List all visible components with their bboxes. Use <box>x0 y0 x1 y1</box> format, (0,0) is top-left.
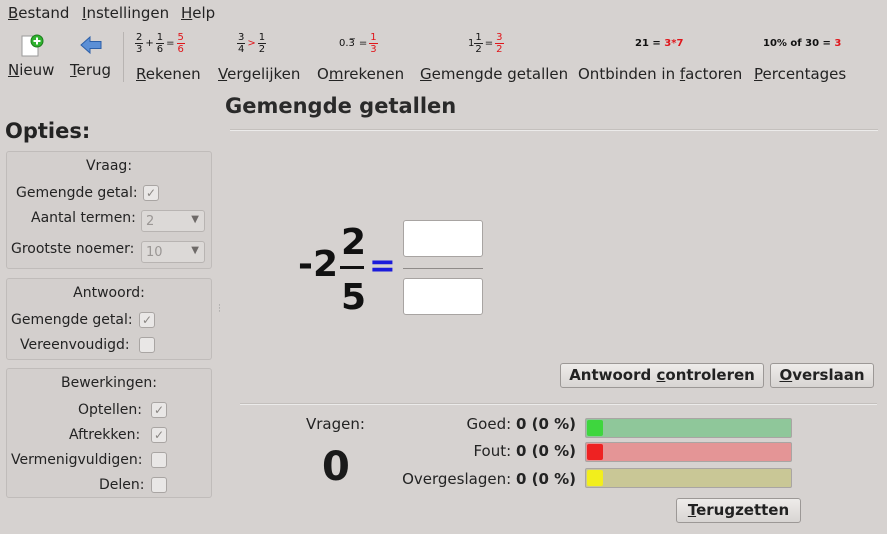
subtraction-checkbox[interactable]: ✓ <box>151 427 167 443</box>
mode-vergelijken[interactable]: 3 4 >1 2 Vergelijken <box>213 30 303 83</box>
subtraction-label: Aftrekken: <box>69 427 141 443</box>
answer-mixed-number-checkbox[interactable]: ✓ <box>139 312 155 328</box>
reset-button[interactable]: Terugzetten <box>676 498 801 523</box>
operations-group: Bewerkingen: Optellen: ✓ Aftrekken: ✓ Ve… <box>6 368 212 498</box>
mode-gemengde-getallen[interactable]: 1 1 2 = 3 2 Gemengde getallen <box>415 30 568 83</box>
menu-help[interactable]: Help <box>181 4 215 22</box>
menubar: Bestand Instellingen Help <box>0 0 887 26</box>
page-title: Gemengde getallen <box>225 94 457 118</box>
equals-sign: = <box>369 246 396 284</box>
menu-instellingen[interactable]: Instellingen <box>82 4 169 22</box>
gemengd-preview: 1 1 2 = 3 2 <box>468 32 504 55</box>
factoren-preview: 21 = 3*7 <box>635 38 684 49</box>
questions-label: Vragen: <box>306 415 365 433</box>
answer-fraction-bar <box>403 268 483 269</box>
answer-group: Antwoord: Gemengde getal: ✓ Vereenvoudig… <box>6 278 212 360</box>
chevron-down-icon: ▼ <box>191 214 199 225</box>
new-button[interactable]: Nieuw <box>4 30 58 82</box>
skipped-progress-bar <box>585 468 792 488</box>
mode-ontbinden-in-factoren[interactable]: 21 = 3*7 Ontbinden in factoren <box>573 30 743 83</box>
max-denominator-label: Grootste noemer: <box>11 241 135 257</box>
numerator: 2 <box>341 222 367 263</box>
wrong-progress-marker <box>587 444 603 460</box>
mixed-number-label: Gemengde getal: <box>16 185 138 201</box>
correct-progress-bar <box>585 418 792 438</box>
correct-progress-marker <box>587 420 603 436</box>
answer-numerator-input[interactable] <box>403 220 483 257</box>
division-label: Delen: <box>99 477 145 493</box>
question-group-title: Vraag: <box>85 158 133 174</box>
options-title: Opties: <box>5 119 91 143</box>
title-divider <box>230 129 878 131</box>
question-group: Vraag: Gemengde getal: ✓ Aantal termen: … <box>6 151 212 269</box>
skipped-stat-label: Overgeslagen: 0 (0 %) <box>402 470 576 488</box>
operations-group-title: Bewerkingen: <box>61 375 157 391</box>
rekenen-preview: 2 3 +1 6 = 5 6 <box>135 32 185 55</box>
addition-checkbox[interactable]: ✓ <box>151 402 167 418</box>
addition-label: Optellen: <box>78 402 142 418</box>
wrong-stat-label: Fout: 0 (0 %) <box>473 442 576 460</box>
mode-omrekenen[interactable]: 0.3̅ = 1 3 Omrekenen <box>312 30 406 83</box>
skipped-progress-marker <box>587 470 603 486</box>
division-checkbox[interactable] <box>151 477 167 493</box>
answer-group-title: Antwoord: <box>73 285 145 301</box>
toolbar-separator <box>123 32 124 82</box>
mode-percentages[interactable]: 10% of 30 = 3 Percentages <box>749 30 849 83</box>
chevron-down-icon: ▼ <box>191 245 199 256</box>
fraction-bar <box>340 266 364 269</box>
whole-part: -2 <box>298 244 338 285</box>
denominator: 5 <box>341 277 367 318</box>
answer-mixed-label: Gemengde getal: <box>11 312 133 328</box>
multiplication-label: Vermenigvuldigen: <box>11 452 143 468</box>
terms-select[interactable]: 2 ▼ <box>141 210 205 232</box>
max-denominator-select[interactable]: 10 ▼ <box>141 241 205 263</box>
panel-splitter-handle[interactable]: · · · <box>218 302 221 317</box>
questions-count: 0 <box>322 444 350 490</box>
simplified-checkbox[interactable] <box>139 337 155 353</box>
skip-button[interactable]: Overslaan <box>770 363 874 388</box>
multiplication-checkbox[interactable] <box>151 452 167 468</box>
answer-denominator-input[interactable] <box>403 278 483 315</box>
percentages-preview: 10% of 30 = 3 <box>763 38 842 49</box>
wrong-progress-bar <box>585 442 792 462</box>
question-mixed-number-checkbox[interactable]: ✓ <box>143 185 159 201</box>
correct-stat-label: Goed: 0 (0 %) <box>466 415 576 433</box>
menu-bestand[interactable]: Bestand <box>8 4 69 22</box>
simplified-label: Vereenvoudigd: <box>20 337 130 353</box>
back-button[interactable]: Terug <box>66 30 116 82</box>
arrow-left-icon <box>80 35 102 55</box>
check-answer-button[interactable]: Antwoord controleren <box>560 363 764 388</box>
mode-rekenen[interactable]: 2 3 +1 6 = 5 6 Rekenen <box>131 30 203 83</box>
omrekenen-preview: 0.3̅ = 1 3 <box>339 32 378 55</box>
terms-label: Aantal termen: <box>31 210 136 226</box>
vergelijken-preview: 3 4 >1 2 <box>237 32 267 55</box>
new-document-icon <box>21 34 44 57</box>
stats-divider <box>240 403 877 405</box>
